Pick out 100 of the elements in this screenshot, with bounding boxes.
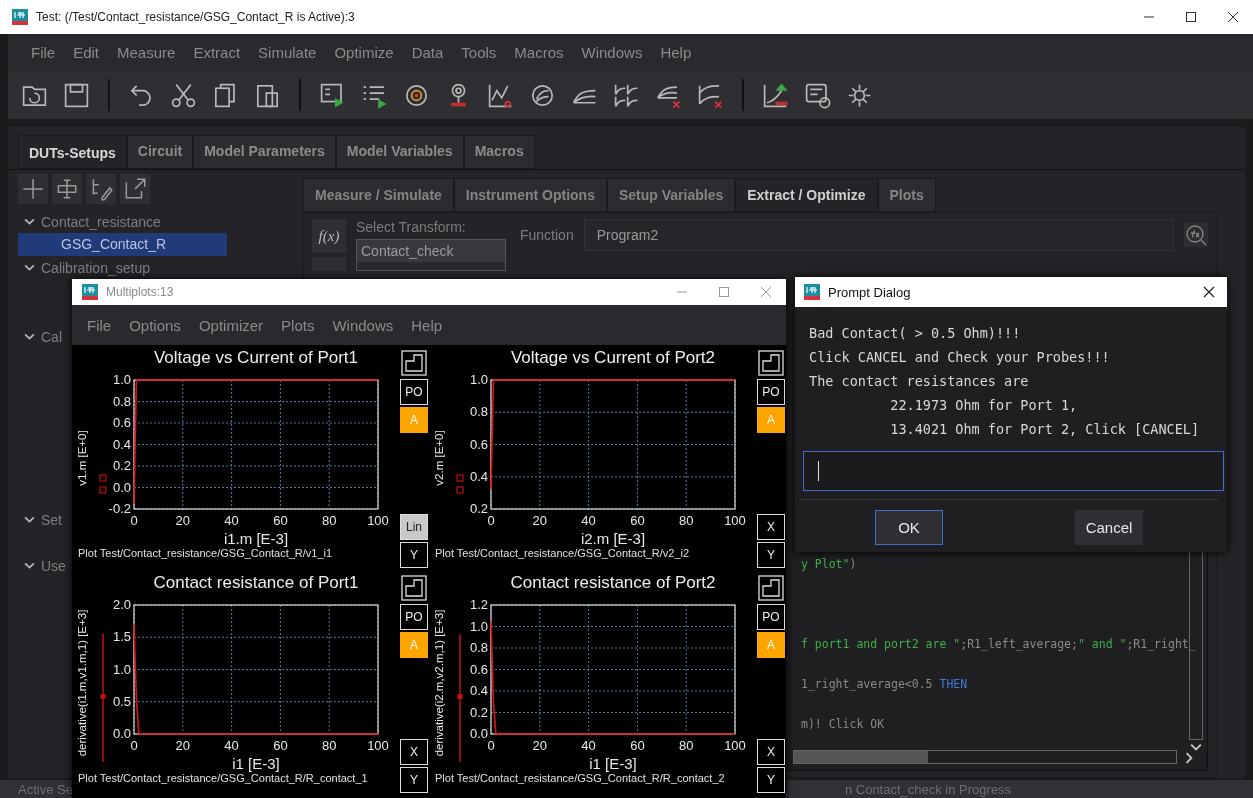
tick-label: 0.2 bbox=[469, 501, 488, 516]
axis-scale-button[interactable]: Y bbox=[400, 767, 428, 793]
layout-icon[interactable] bbox=[757, 349, 785, 377]
ok-button[interactable]: OK bbox=[875, 510, 943, 545]
tick-label: 80 bbox=[321, 513, 337, 528]
tree-item[interactable]: Contact_resistance bbox=[18, 210, 161, 233]
menu-item[interactable]: Data bbox=[402, 43, 453, 61]
menu-item[interactable]: Optimize bbox=[325, 43, 403, 61]
chart-up-icon[interactable] bbox=[761, 80, 790, 110]
tick-label: 0.0 bbox=[469, 726, 488, 741]
tick-label: 0.4 bbox=[112, 436, 131, 452]
tab[interactable]: Setup Variables bbox=[606, 178, 736, 212]
axis-scale-button[interactable]: X bbox=[757, 514, 785, 540]
tick-label: 1.5 bbox=[112, 629, 131, 645]
menu-item[interactable]: Simulate bbox=[249, 43, 326, 61]
chevron-icon[interactable] bbox=[24, 216, 35, 227]
tick-label: 20 bbox=[175, 513, 191, 528]
tab[interactable]: Circuit bbox=[126, 135, 194, 169]
menu-item[interactable]: Measure bbox=[108, 43, 185, 61]
tick-label: 0.8 bbox=[112, 393, 131, 409]
axis-scale-button[interactable]: Y bbox=[400, 542, 428, 568]
tick-label: 20 bbox=[532, 738, 548, 753]
tab[interactable]: Model Parameters bbox=[193, 135, 336, 169]
tree-item[interactable]: Set bbox=[18, 508, 62, 531]
menu-item[interactable]: Tools bbox=[452, 43, 506, 61]
menu-item[interactable]: Macros bbox=[505, 43, 573, 61]
tree-edit-icon[interactable] bbox=[86, 174, 116, 204]
rename-icon[interactable] bbox=[52, 174, 82, 204]
input-field[interactable] bbox=[803, 451, 1224, 491]
plus-icon[interactable] bbox=[18, 174, 48, 204]
legend-marker-icon bbox=[456, 474, 464, 494]
menu-item[interactable]: Plots bbox=[272, 316, 324, 334]
menu-item[interactable]: File bbox=[78, 316, 121, 334]
chevron-icon[interactable] bbox=[24, 560, 35, 571]
menu-item[interactable]: Edit bbox=[64, 43, 109, 61]
axis-scale-button[interactable]: Lin bbox=[400, 514, 428, 540]
layout-icon[interactable] bbox=[400, 574, 428, 602]
axis-label: v1.m [E+0] bbox=[76, 430, 88, 486]
run-function-button[interactable]: f(x) bbox=[312, 219, 346, 253]
tree-item[interactable]: GSG_Contact_R bbox=[18, 233, 227, 256]
menu-item[interactable]: Help bbox=[402, 316, 452, 334]
tree-item[interactable]: Calibration_setup bbox=[18, 256, 150, 279]
tab[interactable]: Plots bbox=[877, 178, 936, 212]
cancel-button[interactable]: Cancel bbox=[1075, 510, 1143, 545]
status-text: n Contact_check in Progress bbox=[844, 781, 1012, 797]
chevron-icon[interactable] bbox=[24, 514, 35, 525]
plot-option-button[interactable]: PO bbox=[757, 379, 785, 405]
window-title: Test: (/Test/Contact_resistance/GSG_Contact_R is Active):3 bbox=[36, 10, 355, 24]
plot-caption: Plot Test/Contact_resistance/GSG_Contact_R/v1_i1 bbox=[77, 547, 334, 559]
close-icon[interactable] bbox=[1203, 286, 1215, 298]
function-field[interactable]: Program2 bbox=[583, 219, 1174, 251]
menu-item[interactable]: Extract bbox=[184, 43, 250, 61]
axis-label: v2.m [E+0] bbox=[433, 430, 445, 486]
axis-label: i1.m [E-3] bbox=[223, 530, 289, 547]
tab[interactable]: DUTs-Setups bbox=[18, 135, 127, 169]
tick-label: 80 bbox=[678, 513, 694, 528]
tick-label: 100 bbox=[724, 738, 746, 753]
menu-item[interactable]: Optimizer bbox=[189, 316, 273, 334]
menu-item[interactable]: Help bbox=[651, 43, 701, 61]
scroll-right-icon[interactable] bbox=[1183, 752, 1195, 764]
tick-label: 0.4 bbox=[469, 468, 488, 484]
tab[interactable]: Instrument Options bbox=[453, 178, 607, 212]
list-item[interactable]: Contact_check bbox=[357, 240, 505, 262]
layout-icon[interactable] bbox=[757, 574, 785, 602]
tree-item[interactable]: Cal bbox=[18, 325, 62, 348]
tab[interactable]: Macros bbox=[463, 135, 535, 169]
scrollbar-thumb[interactable] bbox=[794, 751, 928, 763]
axis-scale-button[interactable]: Y bbox=[757, 767, 785, 793]
dialog-message-line: Bad Contact( > 0.5 Ohm)!!! bbox=[809, 324, 1022, 343]
transform-list[interactable]: Contact_check bbox=[356, 239, 506, 271]
chevron-icon[interactable] bbox=[24, 262, 35, 273]
tick-label: 20 bbox=[532, 513, 548, 528]
function-search-icon[interactable] bbox=[1184, 223, 1208, 247]
axis-scale-button[interactable]: X bbox=[400, 739, 428, 765]
tree-item[interactable]: Use bbox=[18, 554, 66, 577]
close-icon[interactable] bbox=[1227, 11, 1239, 23]
plot-option-button[interactable]: PO bbox=[400, 604, 428, 630]
menu-item[interactable]: File bbox=[22, 43, 65, 61]
axis-scale-button[interactable]: Y bbox=[757, 542, 785, 568]
plot-option-button[interactable]: PO bbox=[757, 604, 785, 630]
axis-scale-button[interactable]: X bbox=[757, 739, 785, 765]
tick-label: 40 bbox=[224, 738, 239, 753]
tick-label: 40 bbox=[581, 738, 596, 753]
tick-label: 40 bbox=[581, 513, 596, 528]
tab[interactable]: Measure / Simulate bbox=[303, 178, 454, 212]
export-icon[interactable] bbox=[120, 174, 150, 204]
plot-option-button[interactable]: PO bbox=[400, 379, 428, 405]
chevron-icon[interactable] bbox=[24, 331, 35, 342]
menu-item[interactable]: Options bbox=[120, 316, 190, 334]
chart-title: Contact resistance of Port2 bbox=[509, 572, 717, 594]
maximize-icon[interactable] bbox=[1185, 11, 1197, 23]
tick-label: -0.2 bbox=[108, 501, 131, 516]
tick-label: 20 bbox=[175, 738, 191, 753]
menu-item[interactable]: Windows bbox=[572, 43, 652, 61]
tick-label: 0 bbox=[487, 738, 495, 753]
tab[interactable]: Extract / Optimize bbox=[735, 178, 878, 212]
menu-item[interactable]: Windows bbox=[323, 316, 403, 334]
tick-label: 0.5 bbox=[112, 693, 131, 709]
tab[interactable]: Model Variables bbox=[335, 135, 464, 169]
layout-icon[interactable] bbox=[400, 349, 428, 377]
